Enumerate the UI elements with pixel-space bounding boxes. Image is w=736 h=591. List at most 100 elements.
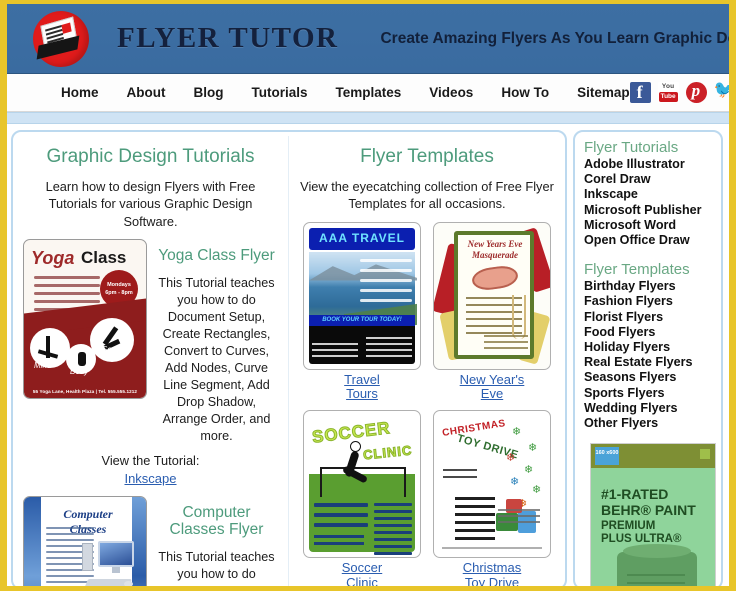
snowflake-icon: ❄: [524, 464, 534, 477]
template-caption-line-2: Toy Drive: [464, 575, 520, 588]
snowflake-icon: ❄: [506, 452, 516, 465]
tutorial-text-computer: Computer Classes Flyer This Tutorial tea…: [155, 496, 278, 586]
templates-heading: Flyer Templates: [360, 146, 494, 167]
ad-subhead-line-1: PREMIUM: [601, 520, 656, 533]
template-item-soccer-clinic[interactable]: SOCCER CLINIC Soccer Clinic: [303, 410, 421, 588]
nav-links: Home About Blog Tutorials Templates Vide…: [61, 85, 630, 100]
tutorial-description-computer: This Tutorial teaches you how to do Docu…: [158, 550, 275, 586]
site-tagline: Create Amazing Flyers As You Learn Graph…: [380, 29, 736, 47]
template-caption-line-2: Tours: [346, 386, 378, 402]
ad-subhead-line-2: PLUS ULTRA®: [601, 533, 682, 546]
template-item-travel-tours[interactable]: AAA TRAVEL BOOK YOUR TOUR TODAY! Travel …: [303, 221, 421, 403]
nye-thumb-footer-lines: [484, 334, 528, 353]
sidebar-item-inkscape[interactable]: Inkscape: [584, 187, 715, 202]
sidebar-item-microsoft-word[interactable]: Microsoft Word: [584, 218, 715, 233]
youtube-icon[interactable]: You Tube: [657, 82, 679, 103]
travel-thumb-footer-left: [312, 342, 358, 361]
tutorial-item-yoga[interactable]: Yoga Class Mondays 6pm - 8pm Mind Body S…: [23, 238, 278, 445]
sidebar-item-microsoft-publisher[interactable]: Microsoft Publisher: [584, 203, 715, 218]
yoga-figure-2: [78, 351, 86, 366]
ad-subhead: PREMIUM PLUS ULTRA®: [601, 520, 681, 546]
nye-thumb-title-2: Masquerade: [471, 249, 518, 260]
tutorials-intro: Learn how to design Flyers with Free Tut…: [45, 179, 256, 229]
yoga-thumb-circle-3: [90, 317, 134, 362]
template-caption-line-1: Travel: [344, 371, 380, 387]
nav-item-templates[interactable]: Templates: [336, 85, 402, 100]
christmas-thumb-footer-rule: [442, 547, 542, 550]
computer-classes-flyer-thumbnail[interactable]: Computer Classes: [23, 495, 147, 586]
soccer-thumb-right-lines: [374, 503, 412, 557]
sidebar-item-corel-draw[interactable]: Corel Draw: [584, 172, 715, 187]
yoga-badge-line-1: Mondays: [107, 281, 131, 288]
nye-thumb-title-1: New Years Eve: [467, 238, 523, 249]
pinterest-icon[interactable]: [685, 81, 707, 103]
soccer-clinic-template-thumbnail[interactable]: SOCCER CLINIC: [303, 410, 421, 559]
tutorial-text-yoga: Yoga Class Flyer This Tutorial teaches y…: [155, 239, 278, 445]
template-caption-line-1: Soccer: [341, 560, 383, 576]
paint-can-icon: [617, 544, 697, 586]
computer-thumb-tower-icon: [82, 542, 93, 571]
youtube-icon-top-text: You: [659, 83, 677, 91]
nav-item-tutorials[interactable]: Tutorials: [252, 85, 308, 100]
travel-tours-template-thumbnail[interactable]: AAA TRAVEL BOOK YOUR TOUR TODAY!: [303, 221, 421, 370]
nav-item-about[interactable]: About: [127, 85, 166, 100]
sidebar-item-adobe-illustrator[interactable]: Adobe Illustrator: [584, 157, 715, 172]
nye-thumb-titles: New Years Eve Masquerade: [460, 239, 530, 261]
sidebar-heading-flyer-templates: Flyer Templates: [584, 261, 690, 279]
travel-thumb-title-bar: AAA TRAVEL: [309, 227, 415, 250]
social-links: You Tube: [629, 80, 729, 103]
sidebar-item-holiday-flyers[interactable]: Holiday Flyers: [584, 340, 715, 355]
sidebar-item-birthday-flyers[interactable]: Birthday Flyers: [584, 279, 715, 294]
soccer-thumb-bottom-lines: [314, 535, 364, 549]
tutorial-thumbnail-wrap-2[interactable]: Computer Classes: [23, 495, 147, 586]
template-caption-travel-tours[interactable]: Travel Tours: [303, 371, 421, 403]
nav-item-blog[interactable]: Blog: [194, 85, 224, 100]
soccer-thumb-left-lines: [314, 503, 368, 533]
template-caption-christmas-toy-drive[interactable]: Christmas Toy Drive: [433, 560, 551, 588]
main-content-panel: Graphic Design Tutorials Learn how to de…: [11, 130, 567, 588]
yoga-class-flyer-thumbnail[interactable]: Yoga Class Mondays 6pm - 8pm Mind Body S…: [23, 238, 147, 399]
tutorial-title-computer[interactable]: Computer Classes Flyer: [155, 504, 278, 540]
sidebar-item-real-estate-flyers[interactable]: Real Estate Flyers: [584, 355, 715, 370]
sidebar-item-fashion-flyers[interactable]: Fashion Flyers: [584, 294, 715, 309]
sidebar-item-other-flyers[interactable]: Other Flyers: [584, 416, 715, 431]
flyer-tutor-logo[interactable]: [21, 4, 113, 74]
template-caption-soccer-clinic[interactable]: Soccer Clinic: [303, 560, 421, 588]
ad-headline-line-2: BEHR® PAINT: [601, 502, 696, 519]
new-years-eve-template-thumbnail[interactable]: New Years Eve Masquerade: [433, 221, 551, 370]
tutorial-item-computer-classes[interactable]: Computer Classes Computer Classes Flyer …: [23, 495, 278, 586]
christmas-thumb-date-lines: [443, 469, 477, 483]
snowflake-icon: ❄: [512, 426, 522, 439]
christmas-toy-drive-template-thumbnail[interactable]: CHRISTMAS TOY DRIVE ❄ ❄ ❄ ❄ ❄ ❄ ❄: [433, 410, 551, 559]
yoga-thumb-title-1: Yoga: [31, 247, 75, 268]
yoga-word-soul: Soul: [102, 344, 119, 354]
tutorials-column: Graphic Design Tutorials Learn how to de…: [13, 136, 289, 586]
header-accent-strip: [7, 112, 729, 124]
nav-item-videos[interactable]: Videos: [429, 85, 473, 100]
sidebar-item-sports-flyers[interactable]: Sports Flyers: [584, 386, 715, 401]
yoga-view-link-inkscape[interactable]: Inkscape: [23, 471, 278, 486]
sidebar-item-wedding-flyers[interactable]: Wedding Flyers: [584, 401, 715, 416]
sidebar-item-food-flyers[interactable]: Food Flyers: [584, 325, 715, 340]
tutorial-separator: [23, 486, 278, 496]
tutorial-thumbnail-wrap[interactable]: Yoga Class Mondays 6pm - 8pm Mind Body S…: [23, 238, 147, 445]
youtube-icon-bottom-text: Tube: [658, 92, 678, 102]
template-caption-new-years-eve[interactable]: New Year's Eve: [433, 372, 551, 403]
sidebar-item-florist-flyers[interactable]: Florist Flyers: [584, 310, 715, 325]
tutorial-title-yoga[interactable]: Yoga Class Flyer: [155, 247, 278, 265]
sidebar-item-open-office-draw[interactable]: Open Office Draw: [584, 233, 715, 248]
nav-item-how-to[interactable]: How To: [501, 85, 549, 100]
template-caption-line-2: Clinic: [346, 575, 378, 588]
template-item-christmas-toy-drive[interactable]: CHRISTMAS TOY DRIVE ❄ ❄ ❄ ❄ ❄ ❄ ❄ Christ…: [433, 410, 551, 588]
travel-thumb-item-lines: [360, 258, 412, 309]
nav-item-sitemap[interactable]: Sitemap: [577, 85, 630, 100]
nav-item-home[interactable]: Home: [61, 85, 99, 100]
behr-paint-ad[interactable]: 160 x600 #1-RATED BEHR® PAINT PREMIUM PL…: [590, 443, 716, 586]
facebook-icon[interactable]: [629, 82, 651, 103]
template-item-new-years-eve[interactable]: New Years Eve Masquerade New Year's Eve: [433, 221, 551, 403]
travel-thumb-banner-text: BOOK YOUR TOUR TODAY!: [322, 316, 402, 323]
page-root: FLYER TUTOR Create Amazing Flyers As You…: [0, 0, 736, 591]
nye-thumb-glass-icon: [512, 294, 526, 339]
twitter-icon[interactable]: [714, 80, 729, 103]
sidebar-item-seasons-flyers[interactable]: Seasons Flyers: [584, 370, 715, 385]
